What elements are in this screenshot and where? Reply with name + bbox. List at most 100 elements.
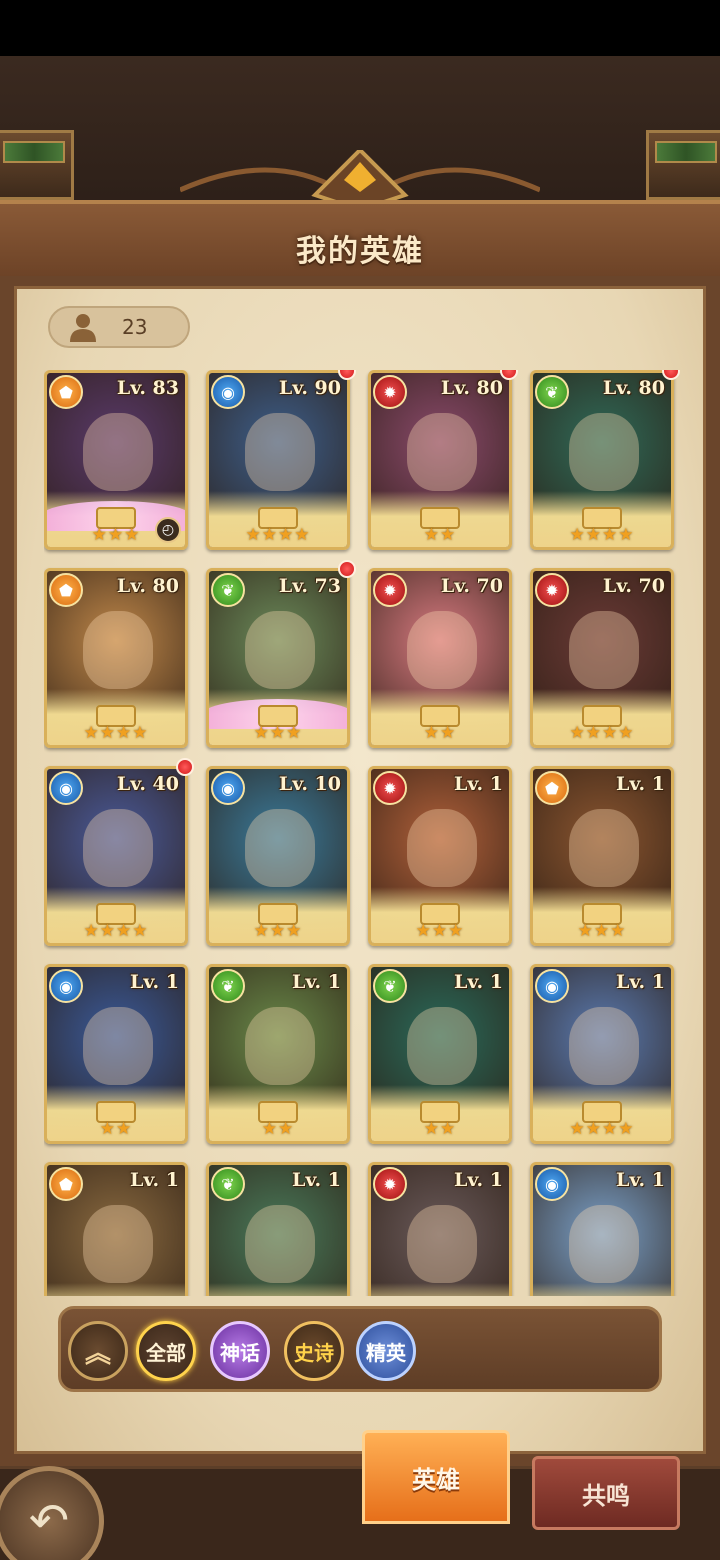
left-pillar-decoration (0, 130, 74, 200)
hero-level: Lv. 70 (440, 575, 503, 597)
hero-card[interactable]: ❦ Lv. 73 ★★★ (206, 568, 350, 748)
hero-figure (407, 1205, 477, 1283)
notification-dot (338, 560, 356, 578)
hero-stars: ★★★★ (569, 723, 635, 743)
hero-stars: ★★★ (415, 921, 465, 941)
hero-card[interactable]: ❦ Lv. 1 ★★ (206, 964, 350, 1144)
hero-card[interactable]: ⬟ Lv. 83 ★★★ ◴ (44, 370, 188, 550)
filter-epic-button[interactable]: 史诗 (284, 1321, 344, 1381)
hero-card[interactable]: ◉ Lv. 1 ★★★★ (530, 964, 674, 1144)
nature-element-icon: ❦ (373, 969, 407, 1003)
hero-figure (245, 1007, 315, 1085)
hero-figure (569, 1007, 639, 1085)
earth-element-icon: ⬟ (49, 573, 83, 607)
hero-card[interactable]: ✹ Lv. 80 ★★ (368, 370, 512, 550)
hero-card[interactable]: ⬟ Lv. 80 ★★★★ (44, 568, 188, 748)
hero-card[interactable]: ✹ Lv. 70 ★★ (368, 568, 512, 748)
card-frame-bottom (209, 1283, 347, 1296)
hero-stars: ★★ (99, 1119, 133, 1139)
hero-card[interactable]: ❦ Lv. 80 ★★★★ (530, 370, 674, 550)
hero-level: Lv. 1 (616, 1169, 665, 1191)
hero-stars: ★★ (423, 723, 457, 743)
hero-card[interactable]: ◉ Lv. 40 ★★★★ (44, 766, 188, 946)
tab-resonance[interactable]: 共鸣 (532, 1456, 680, 1530)
fire-element-icon: ✹ (373, 573, 407, 607)
hero-stars: ★★★ (577, 921, 627, 941)
status-bar (0, 0, 720, 56)
hero-level: Lv. 1 (616, 971, 665, 993)
water-element-icon: ◉ (49, 969, 83, 1003)
fire-element-icon: ✹ (373, 771, 407, 805)
hero-figure (407, 611, 477, 689)
filter-all-button[interactable]: 全部 (136, 1321, 196, 1381)
hero-card[interactable]: ❦ Lv. 1 ★★ (368, 964, 512, 1144)
hero-stars: ★★★ (253, 921, 303, 941)
notification-dot (176, 758, 194, 776)
hero-card[interactable]: ◉ Lv. 90 ★★★★ (206, 370, 350, 550)
hero-figure (569, 413, 639, 491)
hero-figure (569, 611, 639, 689)
nature-element-icon: ❦ (211, 969, 245, 1003)
nature-element-icon: ❦ (535, 375, 569, 409)
hero-card[interactable]: ◉ Lv. 1 (530, 1162, 674, 1296)
earth-element-icon: ⬟ (535, 771, 569, 805)
hero-card[interactable]: ✹ Lv. 1 (368, 1162, 512, 1296)
hero-card[interactable]: ✹ Lv. 70 ★★★★ (530, 568, 674, 748)
nature-element-icon: ❦ (211, 1167, 245, 1201)
water-element-icon: ◉ (211, 375, 245, 409)
hero-figure (569, 1205, 639, 1283)
hero-level: Lv. 1 (616, 773, 665, 795)
water-element-icon: ◉ (535, 969, 569, 1003)
hero-figure (245, 413, 315, 491)
hero-level: Lv. 70 (602, 575, 665, 597)
hero-figure (83, 611, 153, 689)
fire-element-icon: ✹ (373, 375, 407, 409)
nature-element-icon: ❦ (211, 573, 245, 607)
collapse-filter-button[interactable]: ︽ (68, 1321, 128, 1381)
hero-card[interactable]: ◉ Lv. 10 ★★★ (206, 766, 350, 946)
person-icon (70, 314, 96, 342)
hero-level: Lv. 1 (130, 1169, 179, 1191)
hero-stars: ★★ (423, 1119, 457, 1139)
back-arrow-icon: ↶ (28, 1493, 70, 1549)
hero-stars: ★★★★ (569, 1119, 635, 1139)
hero-grid[interactable]: ⬟ Lv. 83 ★★★ ◴ ◉ Lv. 90 ★★★★ ✹ Lv. 80 ★★ ❦ Lv. 80 ★★… (44, 370, 680, 1296)
hero-figure (245, 809, 315, 887)
earth-element-icon: ⬟ (49, 1167, 83, 1201)
hero-level: Lv. 1 (130, 971, 179, 993)
fire-element-icon: ✹ (535, 573, 569, 607)
clock-icon: ◴ (155, 517, 181, 543)
hero-level: Lv. 1 (454, 971, 503, 993)
filter-myth-button[interactable]: 神话 (210, 1321, 270, 1381)
hero-stars: ★★★★ (245, 525, 311, 545)
hero-level: Lv. 80 (440, 377, 503, 399)
hero-card[interactable]: ⬟ Lv. 1 ★★★ (530, 766, 674, 946)
hero-figure (245, 611, 315, 689)
hero-card[interactable]: ◉ Lv. 1 ★★ (44, 964, 188, 1144)
hero-card[interactable]: ❦ Lv. 1 (206, 1162, 350, 1296)
page-title: 我的英雄 (296, 234, 424, 269)
right-pillar-decoration (646, 130, 720, 200)
hero-level: Lv. 40 (116, 773, 179, 795)
water-element-icon: ◉ (211, 771, 245, 805)
card-frame-bottom (47, 1283, 185, 1296)
hero-stars: ★★★ (253, 723, 303, 743)
hero-level: Lv. 10 (278, 773, 341, 795)
hero-level: Lv. 80 (602, 377, 665, 399)
hero-figure (83, 809, 153, 887)
hero-figure (407, 1007, 477, 1085)
filter-elite-button[interactable]: 精英 (356, 1321, 416, 1381)
hero-figure (407, 413, 477, 491)
water-element-icon: ◉ (49, 771, 83, 805)
hero-figure (83, 1205, 153, 1283)
hero-level: Lv. 73 (278, 575, 341, 597)
water-element-icon: ◉ (535, 1167, 569, 1201)
hero-card[interactable]: ⬟ Lv. 1 (44, 1162, 188, 1296)
hero-level: Lv. 1 (292, 971, 341, 993)
hero-card[interactable]: ✹ Lv. 1 ★★★ (368, 766, 512, 946)
hero-stars: ★★ (261, 1119, 295, 1139)
card-frame-bottom (533, 1283, 671, 1296)
hero-figure (83, 413, 153, 491)
card-frame-bottom (371, 1283, 509, 1296)
tab-heroes[interactable]: 英雄 (362, 1430, 510, 1524)
